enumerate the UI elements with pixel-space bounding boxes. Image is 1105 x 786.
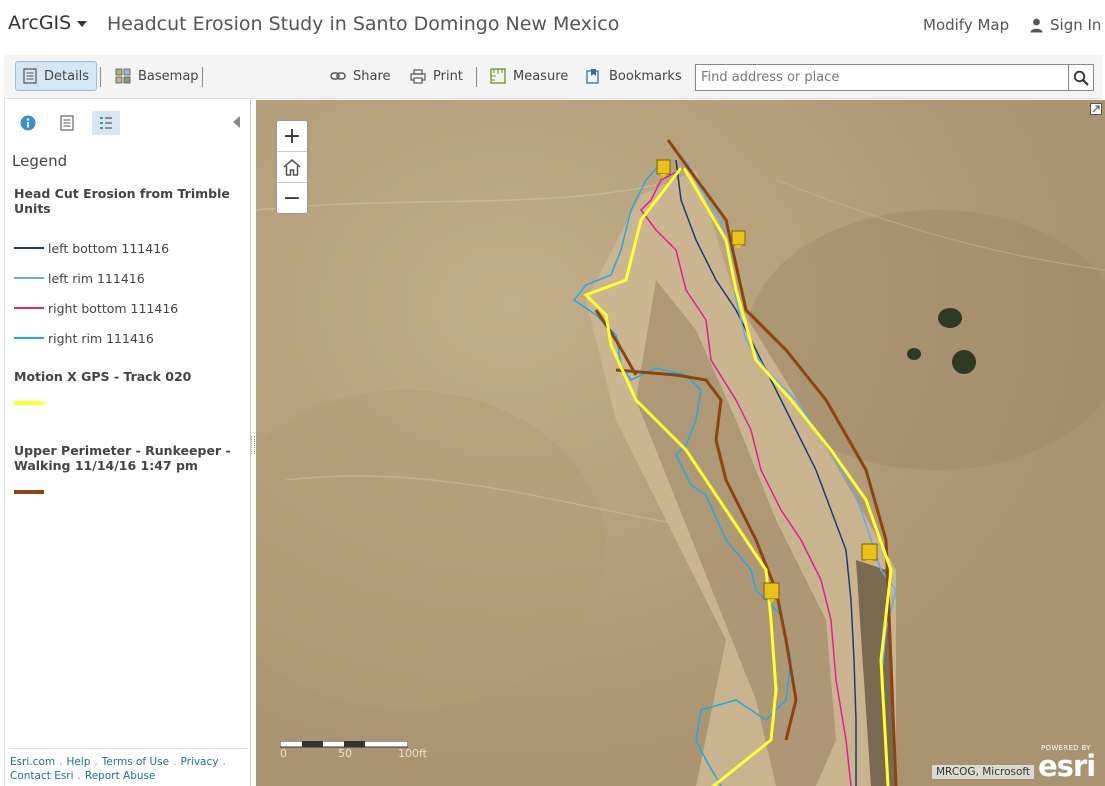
zoom-out-button[interactable]: − (277, 183, 307, 214)
toolbar-divider (100, 67, 101, 87)
home-button[interactable] (277, 152, 307, 183)
legend-layer-title: Upper Perimeter - Runkeeper - Walking 11… (14, 443, 231, 473)
legend-layer-title: Motion X GPS - Track 020 (14, 369, 192, 384)
legend-item-label: right rim 111416 (48, 330, 154, 346)
sign-in-label: Sign In (1050, 16, 1102, 34)
legend-item: right bottom 111416 (14, 293, 239, 323)
basemap-grid-icon (115, 68, 131, 84)
sign-in-link[interactable]: Sign In (1030, 16, 1101, 34)
collapse-panel-icon[interactable] (233, 116, 240, 128)
magnifier-icon (1073, 70, 1089, 86)
bookmark-icon (586, 69, 599, 84)
legend-swatch (14, 490, 44, 494)
legend-swatch (14, 277, 44, 279)
panel-footer: Esri.com. Help. Terms of Use. Privacy. Cont… (10, 748, 247, 783)
tab-content[interactable] (53, 111, 81, 135)
panel-splitter[interactable] (251, 436, 255, 454)
terms-link[interactable]: Terms of Use (102, 756, 169, 768)
share-label: Share (353, 68, 391, 84)
legend: Head Cut Erosion from Trimble Units left… (14, 186, 239, 502)
scale-labels: 0 50 100ft (280, 747, 450, 761)
link-icon (330, 72, 346, 80)
help-link[interactable]: Help (66, 756, 90, 768)
contact-link[interactable]: Contact Esri (10, 770, 74, 782)
modify-map-link[interactable]: Modify Map (923, 16, 1009, 34)
details-button[interactable]: Details (15, 61, 98, 91)
search-button[interactable] (1068, 64, 1094, 91)
print-label: Print (433, 68, 463, 84)
report-abuse-link[interactable]: Report Abuse (85, 770, 156, 782)
tab-about[interactable] (14, 111, 42, 135)
measure-button[interactable]: Measure (483, 61, 575, 91)
bookmarks-label: Bookmarks (609, 68, 682, 84)
zoom-control: + − (276, 120, 308, 214)
legend-item: right rim 111416 (14, 323, 239, 353)
legend-item-label: left bottom 111416 (48, 240, 170, 256)
legend-swatch (14, 337, 44, 339)
scale-label: 100ft (398, 747, 427, 760)
tab-legend[interactable] (92, 111, 120, 135)
zoom-in-button[interactable]: + (277, 121, 307, 152)
content-list-icon (60, 115, 74, 131)
scale-label: 0 (280, 747, 287, 760)
arcgis-menu[interactable]: ArcGIS (8, 12, 88, 34)
legend-item-label: right bottom 111416 (48, 300, 179, 316)
toolbar-divider (476, 67, 477, 87)
toolbar-divider (202, 67, 203, 87)
basemap-button[interactable]: Basemap (108, 61, 206, 91)
header: ArcGIS Headcut Erosion Study in Santo Do… (0, 0, 1105, 52)
caret-down-icon (77, 21, 88, 27)
print-button[interactable]: Print (403, 61, 470, 91)
home-icon (283, 159, 301, 176)
map-view[interactable]: + − 0 50 100ft MRCOG, Microsoft POWERED … (256, 100, 1105, 786)
arcgis-brand-label: ArcGIS (8, 12, 72, 34)
esri-logo[interactable]: POWERED BY esri (1038, 744, 1100, 783)
basemap-label: Basemap (138, 68, 199, 84)
map-title: Headcut Erosion Study in Santo Domingo N… (107, 13, 620, 35)
map-attribution: MRCOG, Microsoft (932, 765, 1035, 779)
toolbar: Details Basemap Share Print Measure Book… (4, 55, 1102, 99)
legend-swatch (14, 401, 44, 405)
printer-icon (410, 68, 426, 84)
share-button[interactable]: Share (323, 61, 398, 91)
legend-heading: Legend (12, 152, 68, 170)
legend-item: left bottom 111416 (14, 233, 239, 263)
esri-wordmark: esri (1038, 749, 1096, 783)
privacy-link[interactable]: Privacy (180, 756, 218, 768)
side-panel: Legend Head Cut Erosion from Trimble Uni… (4, 100, 251, 786)
legend-swatch (14, 247, 44, 249)
legend-layer-title: Head Cut Erosion from Trimble Units (14, 186, 230, 216)
measure-label: Measure (513, 68, 569, 84)
details-doc-icon (23, 68, 37, 84)
bookmarks-button[interactable]: Bookmarks (579, 61, 689, 91)
details-label: Details (44, 68, 90, 84)
legend-item-label: left rim 111416 (48, 270, 145, 286)
legend-list-icon (100, 117, 112, 129)
scale-label: 50 (338, 747, 352, 760)
expand-icon[interactable] (1090, 103, 1102, 115)
ruler-icon (490, 68, 506, 84)
search-input[interactable] (695, 64, 1069, 91)
legend-item: left rim 111416 (14, 263, 239, 293)
info-icon (20, 115, 36, 131)
legend-swatch (14, 307, 44, 309)
person-icon (1030, 18, 1043, 32)
esri-link[interactable]: Esri.com (10, 756, 55, 768)
map-imagery (256, 100, 1105, 786)
